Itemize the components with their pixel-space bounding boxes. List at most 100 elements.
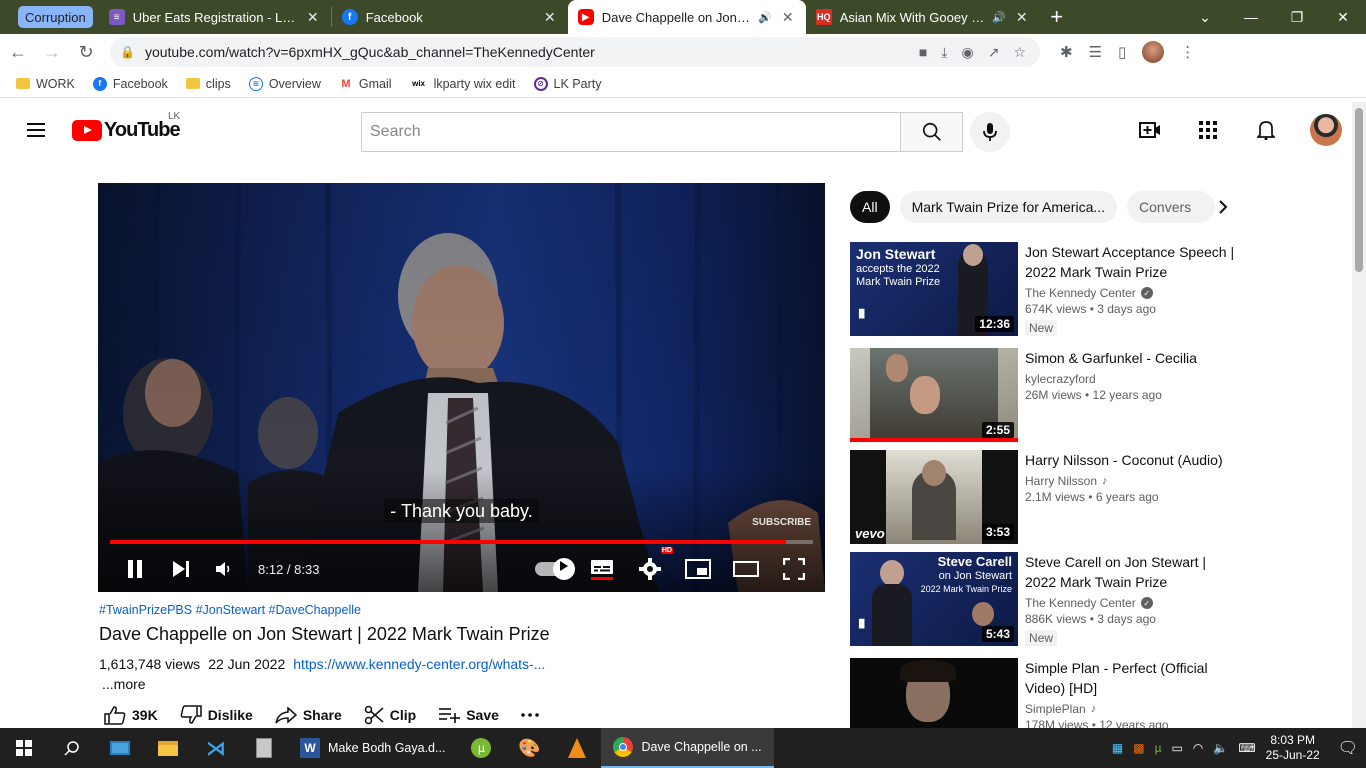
bookmark-wix[interactable]: wix lkparty wix edit	[409, 76, 516, 91]
bookmark-overview[interactable]: ≋ Overview	[248, 76, 321, 91]
taskbar-utorrent[interactable]: µ	[457, 728, 505, 768]
tab-uber-eats[interactable]: ≡ Uber Eats Registration - Let's Get ✕	[99, 0, 331, 34]
channel-name[interactable]: Harry Nilsson	[1025, 474, 1097, 488]
subtitles-button[interactable]	[585, 551, 619, 587]
minimize-button[interactable]: —	[1228, 0, 1274, 34]
speaker-icon[interactable]: 🔊	[758, 11, 772, 24]
hamburger-menu-icon[interactable]	[16, 110, 56, 150]
address-bar[interactable]: 🔒 youtube.com/watch?v=6pxmHX_gQuc&ab_cha…	[110, 37, 1040, 67]
bookmark-facebook[interactable]: f Facebook	[92, 76, 168, 91]
subscribe-watermark[interactable]: SUBSCRIBE	[752, 517, 811, 528]
profile-avatar[interactable]	[1142, 41, 1165, 63]
tab-facebook[interactable]: f Facebook ✕	[332, 0, 568, 34]
install-icon[interactable]: ⤓	[941, 44, 947, 61]
miniplayer-button[interactable]	[681, 551, 715, 587]
save-button[interactable]: Save	[438, 707, 499, 723]
channel-name[interactable]: The Kennedy Center	[1025, 596, 1136, 610]
recommendation-thumbnail[interactable]	[850, 658, 1018, 728]
fullscreen-button[interactable]	[777, 551, 811, 587]
mute-button[interactable]	[204, 551, 244, 587]
taskbar-chrome-window[interactable]: Dave Chappelle on ...	[601, 728, 774, 768]
reading-list-icon[interactable]: ☰	[1089, 43, 1102, 61]
close-icon[interactable]: ✕	[780, 9, 796, 26]
battery-icon[interactable]: ▭	[1172, 741, 1183, 755]
notifications-button[interactable]	[1246, 110, 1286, 150]
tab-youtube-active[interactable]: ▶ Dave Chappelle on Jon Stewart 🔊 ✕	[567, 0, 806, 34]
share-icon[interactable]: ↗	[988, 44, 1000, 61]
bookmark-gmail[interactable]: M Gmail	[338, 76, 392, 91]
pause-button[interactable]	[112, 551, 158, 587]
close-icon[interactable]: ✕	[542, 9, 558, 26]
tab-search-icon[interactable]: ⌄	[1182, 0, 1228, 34]
youtube-logo[interactable]: YouTube LK	[72, 111, 181, 142]
tab-asian-mix[interactable]: HQ Asian Mix With Gooey Sauce 🔊 ✕	[806, 0, 1040, 34]
back-arrow-icon[interactable]: ←	[2, 36, 34, 68]
speaker-icon[interactable]: 🔈	[1213, 741, 1228, 755]
eye-off-icon[interactable]: ◉	[961, 44, 973, 61]
speaker-icon[interactable]: 🔊	[992, 11, 1006, 24]
extensions-icon[interactable]: ✱	[1060, 43, 1073, 61]
search-input[interactable]	[361, 112, 900, 152]
recommendation-item[interactable]: Jon Stewart accepts the 2022 Mark Twain …	[850, 242, 1340, 338]
chip-mark-twain-prize[interactable]: Mark Twain Prize for America...	[899, 191, 1118, 223]
account-avatar[interactable]	[1310, 114, 1342, 146]
recommendation-title[interactable]: Harry Nilsson - Coconut (Audio)	[1025, 450, 1235, 470]
tab-group-label[interactable]: Corruption	[18, 6, 93, 28]
system-clock[interactable]: 8:03 PM 25-Jun-22	[1266, 733, 1320, 763]
reload-icon[interactable]: ↻	[70, 36, 102, 68]
taskbar-file-explorer[interactable]	[144, 728, 192, 768]
recommendation-item[interactable]: Simple Plan - Perfect (Official Video) […	[850, 658, 1340, 728]
close-window-button[interactable]: ✕	[1320, 0, 1366, 34]
settings-button[interactable]: HD	[633, 547, 673, 587]
recommendation-thumbnail[interactable]: vevo 3:53	[850, 450, 1018, 544]
autoplay-toggle[interactable]	[535, 551, 575, 587]
utorrent-icon[interactable]: µ	[1155, 741, 1162, 755]
chip-all[interactable]: All	[850, 191, 890, 223]
more-actions-button[interactable]	[521, 713, 539, 717]
chip-conversations[interactable]: Convers	[1127, 191, 1216, 223]
next-button[interactable]	[158, 551, 204, 587]
channel-name[interactable]: The Kennedy Center	[1025, 286, 1136, 300]
tray-app-icon[interactable]: ▩	[1133, 741, 1144, 755]
notification-center-icon[interactable]: 🗨	[1338, 738, 1358, 758]
taskbar-paint[interactable]: 🎨	[505, 728, 553, 768]
taskbar-calculator[interactable]	[240, 728, 288, 768]
recommendation-title[interactable]: Steve Carell on Jon Stewart | 2022 Mark …	[1025, 552, 1235, 592]
wifi-icon[interactable]: ◠	[1193, 741, 1203, 755]
chips-next-button[interactable]	[1218, 199, 1228, 220]
taskbar-word-document[interactable]: W Make Bodh Gaya.d...	[288, 728, 457, 768]
clip-button[interactable]: Clip	[364, 705, 416, 725]
description-link[interactable]: https://www.kennedy-center.org/whats-...	[293, 656, 545, 672]
dislike-button[interactable]: Dislike	[180, 705, 253, 725]
camera-icon[interactable]: ■	[919, 44, 927, 61]
new-tab-button[interactable]: +	[1040, 0, 1074, 34]
recommendation-title[interactable]: Jon Stewart Acceptance Speech | 2022 Mar…	[1025, 242, 1235, 282]
search-button[interactable]	[900, 112, 963, 152]
recommendation-thumbnail[interactable]: 2:55	[850, 348, 1018, 442]
taskbar-vscode[interactable]: ⋊	[192, 728, 240, 768]
bookmark-clips[interactable]: clips	[185, 77, 231, 91]
bookmark-lk-party[interactable]: ⊘ LK Party	[533, 76, 601, 91]
menu-dots-icon[interactable]: ⋮	[1180, 43, 1195, 61]
recommendation-thumbnail[interactable]: Steve Carell on Jon Stewart 2022 Mark Tw…	[850, 552, 1018, 646]
recommendation-item[interactable]: Steve Carell on Jon Stewart 2022 Mark Tw…	[850, 552, 1340, 648]
show-more-link[interactable]: ...more	[102, 676, 146, 692]
progress-bar[interactable]	[110, 540, 813, 544]
channel-name[interactable]: SimplePlan	[1025, 702, 1086, 716]
channel-name[interactable]: kylecrazyford	[1025, 372, 1096, 386]
recommendation-item[interactable]: 2:55 Simon & Garfunkel - Cecilia kylecra…	[850, 348, 1340, 444]
like-button[interactable]: 39K	[104, 705, 158, 725]
recommendation-title[interactable]: Simon & Garfunkel - Cecilia	[1025, 348, 1235, 368]
voice-search-button[interactable]	[970, 112, 1010, 152]
recommendation-item[interactable]: vevo 3:53 Harry Nilsson - Coconut (Audio…	[850, 450, 1340, 546]
page-scrollbar[interactable]	[1352, 102, 1366, 728]
forward-arrow-icon[interactable]: →	[36, 36, 68, 68]
share-button[interactable]: Share	[275, 706, 342, 724]
tray-app-icon[interactable]: ▦	[1112, 741, 1123, 755]
taskbar-this-pc[interactable]	[96, 728, 144, 768]
close-icon[interactable]: ✕	[1014, 9, 1030, 26]
restore-button[interactable]: ❐	[1274, 0, 1320, 34]
recommendation-thumbnail[interactable]: Jon Stewart accepts the 2022 Mark Twain …	[850, 242, 1018, 336]
video-player[interactable]: - Thank you baby. SUBSCRIBE 8:12 / 8:33	[98, 183, 825, 592]
close-icon[interactable]: ✕	[305, 9, 321, 26]
